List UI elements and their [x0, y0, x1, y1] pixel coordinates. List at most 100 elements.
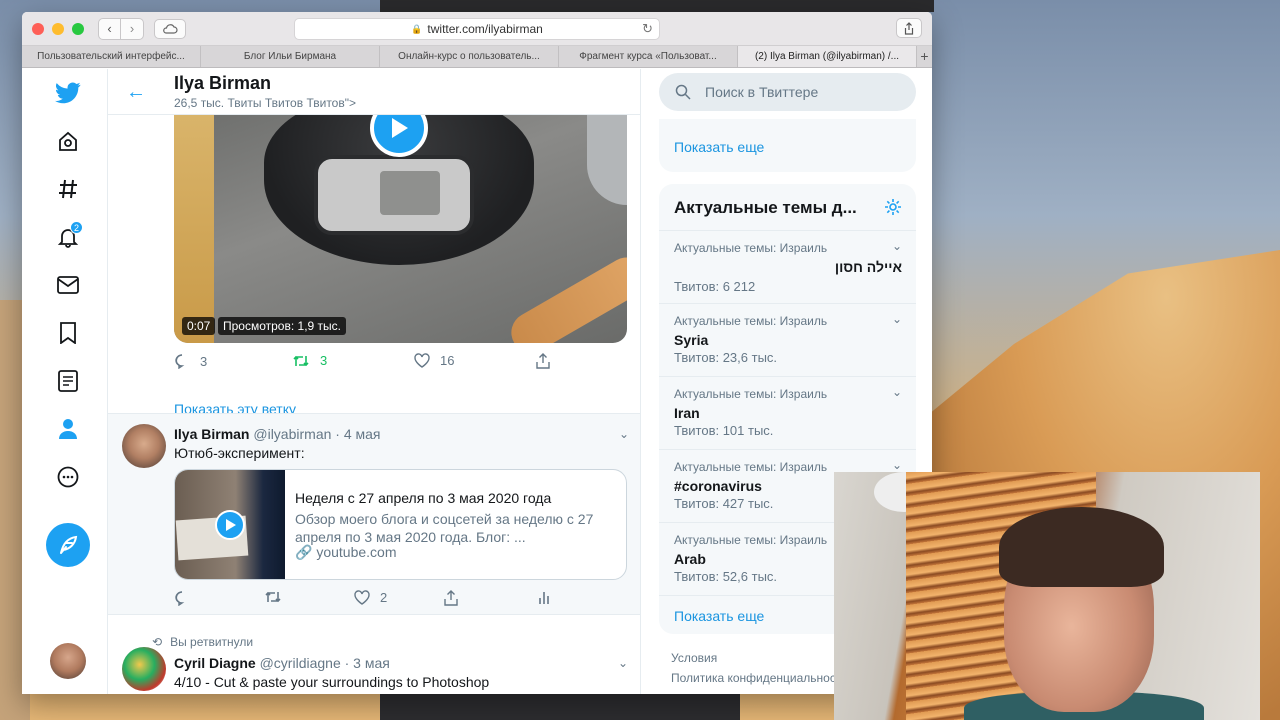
bell-icon[interactable]: 2 [48, 217, 88, 257]
like-button[interactable]: 2 [354, 590, 387, 605]
trend-context: Актуальные темы: Израиль [674, 533, 828, 547]
share-button[interactable] [896, 18, 922, 38]
trend-name: Syria [674, 332, 709, 348]
browser-tab-active[interactable]: (2) Ilya Birman (@ilyabirman) /... [738, 46, 917, 67]
trend-name: Iran [674, 405, 700, 421]
like-count: 2 [380, 590, 388, 605]
play-icon [225, 519, 236, 531]
share-tweet-button[interactable] [536, 353, 550, 369]
close-window-button[interactable] [32, 22, 44, 35]
video-kettle-screen [380, 171, 440, 215]
reply-button[interactable]: 3 [174, 353, 207, 369]
retweet-icon [293, 355, 309, 366]
share-icon [904, 21, 914, 35]
zoom-window-button[interactable] [72, 22, 84, 35]
minimize-window-button[interactable] [52, 22, 64, 35]
trend-context: Актуальные темы: Израиль [674, 314, 828, 328]
list-icon[interactable] [48, 361, 88, 401]
gear-icon[interactable] [884, 198, 902, 221]
card-thumbnail [175, 470, 285, 579]
analytics-button[interactable] [538, 590, 550, 605]
home-icon[interactable] [48, 121, 88, 161]
profile-icon[interactable] [48, 409, 88, 449]
trends-title: Актуальные темы д... [674, 198, 857, 217]
hashtag-icon[interactable] [48, 169, 88, 209]
tweet-video[interactable]: 0:07 Просмотров: 1,9 тыс. [174, 115, 627, 343]
card-play-button [215, 510, 245, 540]
chevron-right-icon: › [129, 21, 135, 36]
browser-tab[interactable]: Онлайн-курс о пользователь... [380, 46, 559, 67]
show-more-link[interactable]: Показать еще [674, 139, 764, 155]
retweeted-label: ⟲ Вы ретвитнули [152, 635, 253, 649]
trend-count: Твитов: 427 тыс. [674, 496, 774, 511]
like-count: 16 [440, 353, 455, 368]
share-tweet-button[interactable] [444, 590, 458, 606]
retweet-count: 3 [320, 353, 328, 368]
search-input[interactable]: Поиск в Твиттере [659, 73, 916, 111]
browser-tab[interactable]: Блог Ильи Бирмана [201, 46, 380, 67]
tweet-count: 26,5 тыс. Твиты Твитов Твитов"> [174, 96, 356, 110]
like-button[interactable]: 16 [414, 353, 454, 368]
privacy-link[interactable]: Политика конфиденциальности [671, 671, 848, 685]
browser-tab[interactable]: Фрагмент курса «Пользоват... [559, 46, 738, 67]
twitter-page: 2 ← Ilya Birman 26,5 тыс. Твиты Твитов Т… [22, 69, 932, 694]
chevron-down-icon[interactable]: ⌄ [892, 239, 902, 253]
chevron-down-icon[interactable]: ⌄ [892, 385, 902, 399]
retweet-button[interactable]: 3 [292, 353, 327, 368]
address-bar[interactable]: 🔒 twitter.com/ilyabirman ↻ [294, 18, 660, 40]
history-nav: ‹ › [98, 17, 144, 40]
who-to-follow-box: Показать еще [659, 119, 916, 172]
reply-count: 3 [200, 353, 208, 369]
video-views: Просмотров: 1,9 тыс. [218, 317, 346, 335]
background-window-bottom [380, 694, 740, 720]
mail-icon[interactable] [48, 265, 88, 305]
chevron-down-icon[interactable]: ⌄ [892, 458, 902, 472]
author-handle: @cyrildiagne · 3 мая [259, 655, 390, 671]
back-arrow-icon[interactable]: ← [126, 81, 146, 104]
reply-button[interactable] [174, 590, 190, 606]
icloud-tabs-button[interactable] [154, 18, 186, 39]
tweet-author[interactable]: Ilya Birman @ilyabirman · 4 мая [174, 426, 381, 442]
link-card[interactable]: Неделя с 27 апреля по 3 мая 2020 года Об… [174, 469, 627, 580]
tweet-ilyabirman[interactable]: Ilya Birman @ilyabirman · 4 мая ⌄ Ютюб-э… [108, 414, 640, 614]
tweet-author[interactable]: Cyril Diagne @cyrildiagne · 3 мая [174, 655, 390, 671]
forward-button[interactable]: › [121, 19, 143, 39]
show-more-link[interactable]: Показать еще [674, 608, 764, 624]
retweet-button[interactable] [264, 590, 282, 604]
trend-name: #coronavirus [674, 478, 762, 494]
back-button[interactable]: ‹ [99, 18, 121, 39]
terms-link[interactable]: Условия [671, 651, 717, 665]
timeline: ← Ilya Birman 26,5 тыс. Твиты Твитов Тви… [108, 69, 641, 694]
browser-tab[interactable]: Пользовательский интерфейс... [22, 46, 201, 67]
chevron-down-icon[interactable]: ⌄ [892, 312, 902, 326]
avatar[interactable] [122, 647, 166, 691]
lock-icon: 🔒 [411, 23, 423, 34]
tweet-text: 4/10 - Cut & paste your surroundings to … [174, 674, 490, 690]
retweet-icon [265, 591, 281, 603]
video-jar [587, 115, 627, 205]
account-avatar[interactable] [50, 643, 86, 679]
more-icon[interactable] [48, 457, 88, 497]
link-icon: 🔗 [295, 544, 313, 560]
card-url-text: youtube.com [316, 544, 397, 560]
new-tab-button[interactable]: + [917, 46, 932, 67]
chevron-down-icon[interactable]: ⌄ [618, 656, 628, 670]
trend-item[interactable]: Актуальные темы: Израиль ⌄ Syria Твитов:… [659, 303, 916, 376]
trend-item[interactable]: Актуальные темы: Израиль ⌄ Iran Твитов: … [659, 376, 916, 449]
trend-count: Твитов: 6 212 [674, 279, 756, 294]
compose-tweet-button[interactable] [46, 523, 90, 567]
twitter-logo-icon[interactable] [48, 73, 88, 113]
chevron-down-icon[interactable]: ⌄ [619, 427, 629, 441]
heart-icon [354, 590, 370, 605]
title-bar: ‹ › 🔒 twitter.com/ilyabirman ↻ [22, 12, 932, 46]
trend-item[interactable]: Актуальные темы: Израиль ⌄ איילה חסון Тв… [659, 230, 916, 303]
trend-name: איילה חסון [834, 259, 902, 275]
bookmark-icon[interactable] [48, 313, 88, 353]
avatar[interactable] [122, 424, 166, 468]
search-icon [675, 84, 691, 100]
reload-icon[interactable]: ↻ [642, 21, 653, 37]
retweeted-text: Вы ретвитнули [170, 635, 254, 649]
tweet-actions: 2 [174, 590, 574, 610]
search-placeholder: Поиск в Твиттере [705, 84, 819, 100]
retweet-icon: ⟲ [152, 635, 163, 649]
